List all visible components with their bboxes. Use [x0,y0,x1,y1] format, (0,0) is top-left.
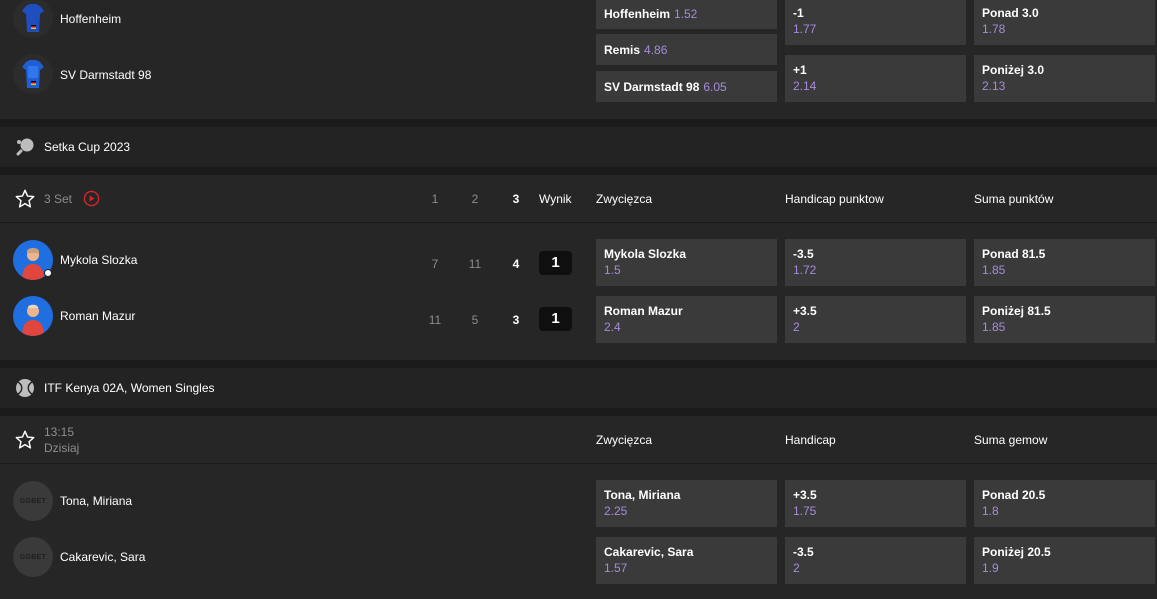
player-row[interactable]: GGBET Tona, Miriana [0,473,590,529]
result-score: 1 [539,307,572,331]
team-row[interactable]: SV Darmstadt 98 [0,54,590,112]
col-winner-header: Zwycięzca [596,192,653,206]
odd-button[interactable]: Hoffenheim 1.52 [596,0,777,29]
odd-button[interactable]: Poniżej 20.5 1.9 [974,537,1155,584]
match-time: 13:15 [44,425,75,439]
tennis-ball-icon [15,378,35,398]
match-header: 13:15 Dzisiaj Zwycięzca Handicap Suma ge… [0,416,1157,464]
player-avatar [13,296,53,336]
odd-button[interactable]: +3.5 2 [785,296,966,343]
col-handicap-header: Handicap punktow [785,192,884,206]
set-score: 4 [512,257,520,271]
team-jersey-avatar [13,54,53,94]
player-placeholder-avatar: GGBET [13,537,53,577]
set-score: 11 [428,313,442,327]
odd-button[interactable]: +3.5 1.75 [785,480,966,527]
table-tennis-icon [15,137,35,157]
result-score: 1 [539,251,572,275]
set-score: 3 [512,313,520,327]
col-winner-header: Zwycięzca [596,433,653,447]
team-jersey-avatar [13,0,53,38]
star-icon[interactable] [14,188,36,210]
match-status: 3 Set [44,192,73,206]
set-header: 3 [512,192,520,206]
odd-button[interactable]: -3.5 2 [785,537,966,584]
col-total-header: Suma punktów [974,192,1054,206]
player-row[interactable]: GGBET Cakarevic, Sara [0,529,590,585]
league-header[interactable]: Setka Cup 2023 [0,127,1157,167]
odd-button[interactable]: Remis 4.86 [596,34,777,65]
odd-button[interactable]: SV Darmstadt 98 6.05 [596,71,777,102]
match-table-tennis: 3 Set 1 2 3 Wynik Zwycięzca Handicap pun… [0,175,1157,360]
odd-button[interactable]: +1 2.14 [785,55,966,102]
set-header: 2 [471,192,479,206]
match-football: Hoffenheim SV Darmstadt 98 Hoffenheim 1.5… [0,0,1157,119]
player-row[interactable]: Roman Mazur 11 5 3 1 [0,288,590,344]
team-name: SV Darmstadt 98 [60,68,152,82]
match-header: 3 Set 1 2 3 Wynik Zwycięzca Handicap pun… [0,175,1157,223]
player-row[interactable]: Mykola Slozka 7 11 4 1 [0,232,590,288]
odd-button[interactable]: Poniżej 3.0 2.13 [974,55,1155,102]
player-name: Roman Mazur [60,309,136,323]
odd-button[interactable]: Mykola Slozka 1.5 [596,239,777,286]
player-name: Tona, Miriana [60,494,133,508]
set-score: 7 [431,257,439,271]
match-day: Dzisiaj [44,441,80,455]
online-indicator [44,269,52,277]
team-row[interactable]: Hoffenheim [0,0,590,56]
set-score: 11 [468,257,482,271]
odd-button[interactable]: Ponad 81.5 1.85 [974,239,1155,286]
col-handicap-header: Handicap [785,433,836,447]
player-placeholder-avatar: GGBET [13,481,53,521]
set-score: 5 [471,313,479,327]
league-name: ITF Kenya 02A, Women Singles [44,381,215,395]
live-stream-icon[interactable] [83,190,100,207]
league-header[interactable]: ITF Kenya 02A, Women Singles [0,368,1157,408]
player-name: Mykola Slozka [60,253,138,267]
odd-button[interactable]: -1 1.77 [785,0,966,45]
match-tennis: 13:15 Dzisiaj Zwycięzca Handicap Suma ge… [0,416,1157,599]
odd-button[interactable]: Roman Mazur 2.4 [596,296,777,343]
star-icon[interactable] [14,429,36,451]
odd-button[interactable]: Tona, Miriana 2.25 [596,480,777,527]
league-name: Setka Cup 2023 [44,140,131,154]
set-header: 1 [431,192,439,206]
player-name: Cakarevic, Sara [60,550,146,564]
odd-button[interactable]: Ponad 20.5 1.8 [974,480,1155,527]
team-name: Hoffenheim [60,12,122,26]
odd-button[interactable]: Ponad 3.0 1.78 [974,0,1155,45]
odd-button[interactable]: -3.5 1.72 [785,239,966,286]
col-total-header: Suma gemow [974,433,1048,447]
odd-button[interactable]: Cakarevic, Sara 1.57 [596,537,777,584]
result-header: Wynik [539,192,572,206]
odd-button[interactable]: Poniżej 81.5 1.85 [974,296,1155,343]
